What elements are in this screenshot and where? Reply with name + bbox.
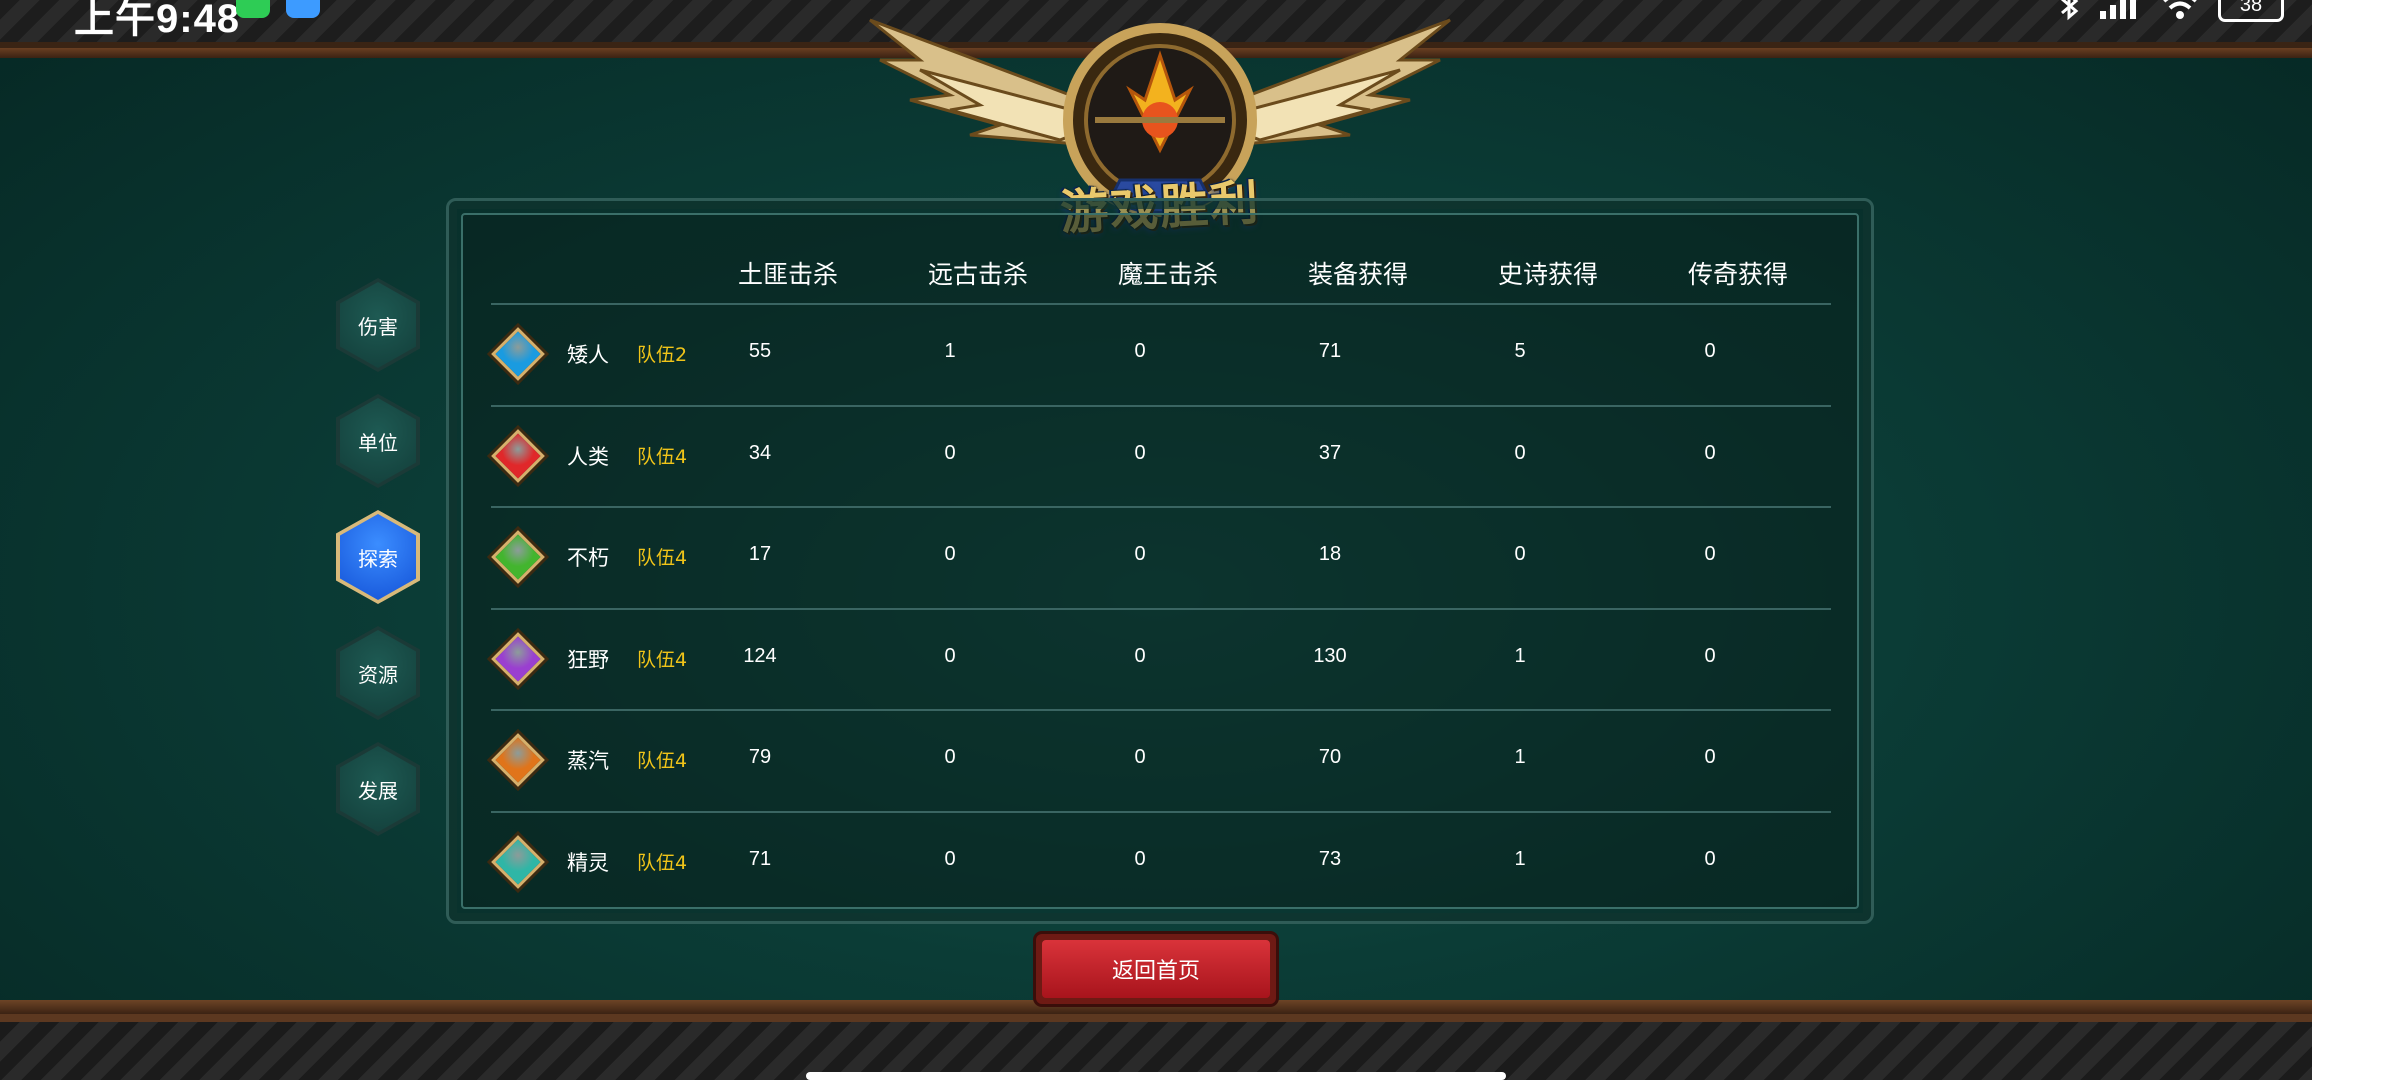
race-name: 矮人 — [567, 343, 609, 367]
race-gem-icon — [491, 530, 545, 584]
team-tag: 队伍4 — [637, 445, 688, 468]
stat-cell: 130 — [1313, 644, 1347, 667]
stat-cell: 0 — [1514, 441, 1526, 464]
tab-explore[interactable]: 探索 — [336, 510, 420, 604]
tab-development[interactable]: 发展 — [336, 742, 420, 836]
stat-cell: 55 — [748, 340, 772, 362]
race-gem-icon — [491, 631, 545, 686]
col-demon-kills: 魔王击杀 — [1117, 260, 1218, 289]
stat-cell: 0 — [1704, 340, 1716, 362]
stat-cell: 0 — [944, 441, 956, 464]
stat-cell: 0 — [1514, 543, 1526, 565]
race-gem-icon — [491, 428, 545, 483]
signal-icon — [2100, 0, 2136, 19]
stat-cell: 0 — [1134, 441, 1146, 464]
team-tag: 队伍4 — [637, 648, 688, 671]
col-epic-obtained: 史诗获得 — [1497, 260, 1598, 289]
team-tag: 队伍4 — [637, 851, 688, 874]
row-divider — [491, 506, 1831, 508]
stats-table: 土匪击杀 远古击杀 魔王击杀 装备获得 史诗获得 传奇获得 矮人 队伍2 55 1 0 7… — [461, 213, 1859, 909]
row-divider — [491, 303, 1831, 305]
stats-panel: 土匪击杀 远古击杀 魔王击杀 装备获得 史诗获得 传奇获得 矮人 队伍2 55 1 0 7… — [446, 198, 1874, 924]
stat-cell: 1 — [1514, 847, 1526, 870]
bottom-border — [0, 1000, 2312, 1080]
stat-cell: 71 — [748, 847, 772, 870]
battery-indicator: 38 — [2218, 0, 2284, 22]
status-time: 上午9:48 — [74, 0, 241, 41]
row-divider — [491, 810, 1831, 813]
row-divider — [491, 404, 1831, 407]
stat-cell: 0 — [1134, 340, 1146, 362]
race-name: 蒸汽 — [567, 749, 609, 773]
tab-units-label: 单位 — [358, 430, 398, 455]
tab-resources[interactable]: 资源 — [336, 626, 420, 720]
stat-cell: 0 — [1704, 746, 1716, 768]
row-divider — [491, 607, 1831, 610]
stat-cell: 0 — [944, 644, 956, 667]
team-tag: 队伍4 — [637, 750, 688, 772]
stat-cell: 0 — [944, 543, 956, 565]
stat-cell: 70 — [1318, 746, 1342, 768]
wifi-icon — [2163, 0, 2197, 19]
tab-resources-label: 资源 — [358, 662, 398, 687]
table-row: 不朽 队伍4 17 0 0 18 0 0 — [491, 506, 1831, 607]
stat-cell: 18 — [1318, 543, 1342, 565]
return-home-button[interactable]: 返回首页 — [1036, 934, 1276, 1004]
stat-cell: 79 — [748, 746, 772, 768]
stat-cell: 17 — [748, 543, 772, 565]
game-screen: 上午9:48 38 游戏胜利 伤害 单位 探索 资源 发展 土匪击杀 远古击杀 … — [0, 0, 2312, 1080]
table-row: 狂野 队伍4 124 0 0 130 1 0 — [491, 607, 1831, 709]
tab-units[interactable]: 单位 — [336, 394, 420, 488]
stat-cell: 1 — [1514, 746, 1526, 768]
race-gem-icon — [491, 327, 545, 381]
table-row: 矮人 队伍2 55 1 0 71 5 0 — [491, 303, 1831, 404]
stat-cell: 37 — [1318, 441, 1342, 464]
tab-damage[interactable]: 伤害 — [336, 278, 420, 372]
bluetooth-icon — [2061, 0, 2079, 21]
stat-cell: 1 — [944, 340, 956, 362]
wechat-icon — [236, 0, 270, 18]
race-gem-icon — [491, 834, 545, 889]
stat-cell: 0 — [1704, 847, 1716, 870]
stat-cell: 0 — [1134, 644, 1146, 667]
row-divider — [491, 709, 1831, 711]
stat-cell: 0 — [944, 847, 956, 870]
table-row: 精灵 队伍4 71 0 0 73 1 0 — [491, 810, 1831, 912]
stat-cell: 71 — [1318, 340, 1342, 362]
race-name: 不朽 — [567, 546, 609, 570]
home-indicator[interactable] — [806, 1072, 1506, 1080]
stat-cell: 0 — [1704, 543, 1716, 565]
stat-cell: 0 — [1134, 746, 1146, 768]
stat-cell: 0 — [944, 746, 956, 768]
race-name: 狂野 — [567, 647, 609, 672]
stat-cell: 0 — [1134, 543, 1146, 565]
stat-cell: 0 — [1704, 644, 1716, 667]
status-icons: 38 — [2058, 0, 2284, 22]
stat-cell: 124 — [743, 644, 777, 667]
tab-damage-label: 伤害 — [358, 314, 398, 339]
stat-cell: 1 — [1514, 644, 1526, 667]
col-equipment-obtained: 装备获得 — [1307, 260, 1408, 289]
col-ancient-kills: 远古击杀 — [927, 260, 1028, 289]
tab-development-label: 发展 — [358, 778, 398, 803]
race-gem-icon — [491, 733, 545, 787]
tab-explore-label: 探索 — [358, 546, 398, 571]
col-legendary-obtained: 传奇获得 — [1687, 260, 1788, 289]
stat-cell: 5 — [1514, 340, 1526, 362]
race-name: 精灵 — [567, 850, 609, 875]
stat-cell: 34 — [748, 441, 772, 464]
stat-cell: 73 — [1318, 847, 1342, 870]
team-tag: 队伍4 — [637, 547, 688, 569]
table-row: 人类 队伍4 34 0 0 37 0 0 — [491, 404, 1831, 506]
race-name: 人类 — [567, 444, 609, 469]
col-bandit-kills: 土匪击杀 — [737, 260, 838, 289]
table-row: 蒸汽 队伍4 79 0 0 70 1 0 — [491, 709, 1831, 810]
message-app-icon — [286, 0, 320, 18]
team-tag: 队伍2 — [637, 344, 688, 366]
stat-cell: 0 — [1134, 847, 1146, 870]
stat-cell: 0 — [1704, 441, 1716, 464]
return-home-label: 返回首页 — [1111, 959, 1200, 984]
table-header: 土匪击杀 远古击杀 魔王击杀 装备获得 史诗获得 传奇获得 — [463, 215, 1857, 305]
